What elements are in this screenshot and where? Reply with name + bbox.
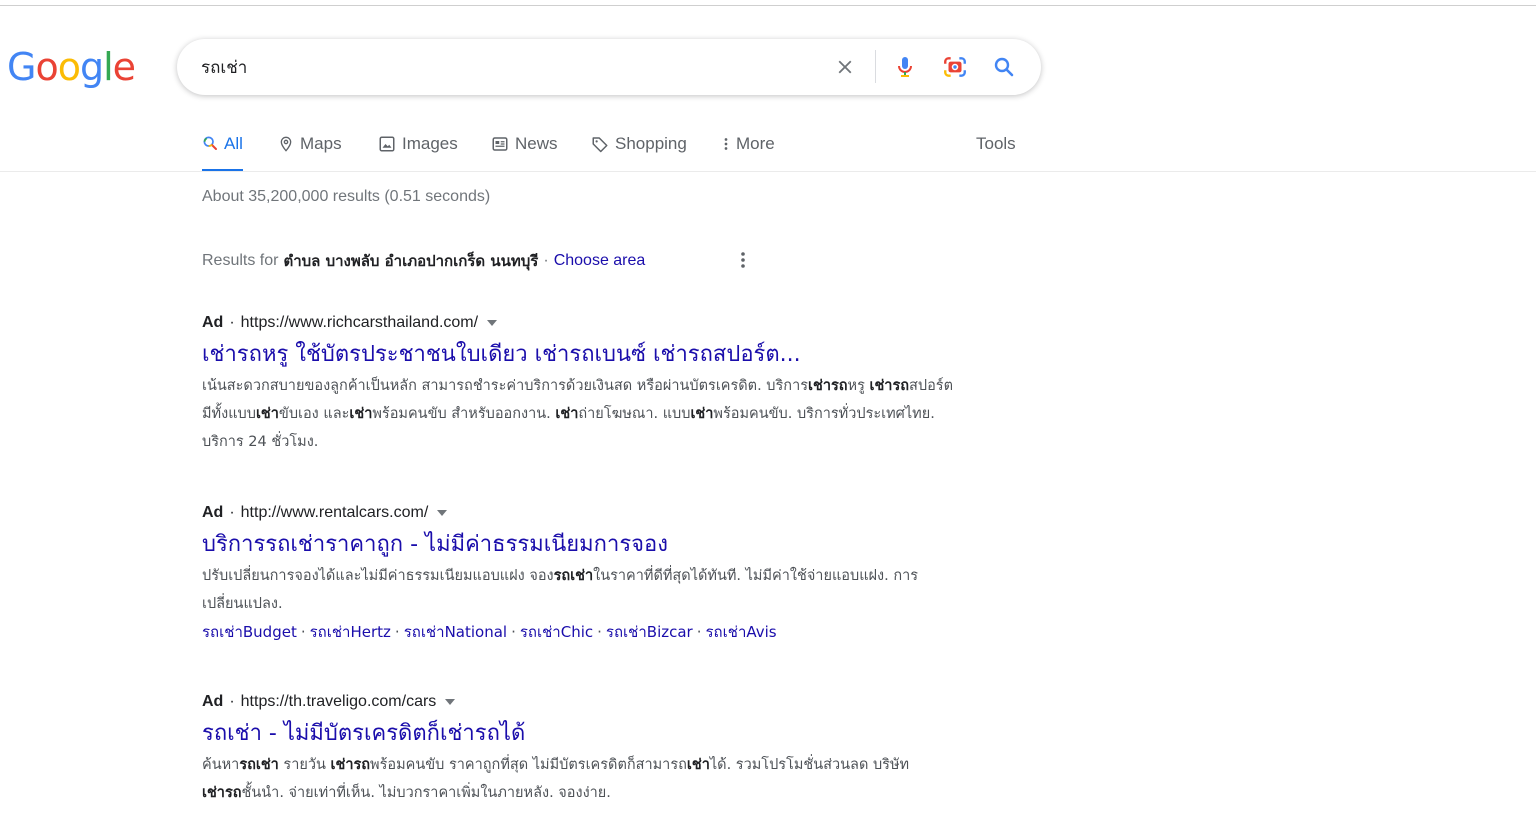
location-separator: · (543, 252, 549, 269)
ad-header: Ad · http://www.rentalcars.com/ (202, 502, 962, 524)
search-icon (203, 136, 217, 150)
description-text: ขับเอง และ (278, 406, 350, 422)
tab-images-label: Images (402, 134, 458, 153)
tab-all[interactable]: All (202, 128, 243, 172)
logo-letter: l (103, 45, 114, 89)
sitelink[interactable]: รถเช่าBizcar (606, 623, 693, 641)
tabs-divider (0, 171, 1536, 172)
tab-shopping[interactable]: Shopping (591, 128, 687, 172)
description-text: หรู (847, 378, 870, 394)
top-divider (0, 5, 1536, 6)
caret-down-icon[interactable] (445, 699, 456, 705)
keyword-highlight: รถเช่า (553, 568, 594, 584)
ad-description: ปรับเปลี่ยนการจองได้และไม่มีค่าธรรมเนียม… (202, 562, 932, 618)
caret-down-icon[interactable] (437, 510, 448, 516)
description-text: ปรับเปลี่ยนการจองได้และไม่มีค่าธรรมเนียม… (202, 568, 554, 584)
news-icon (492, 137, 508, 151)
ad-sitelinks: รถเช่าBudget · รถเช่าHertz · รถเช่าNational ·… (202, 623, 777, 641)
tab-images[interactable]: Images (378, 128, 458, 172)
caret-down-icon[interactable] (487, 320, 498, 326)
search-icon[interactable] (990, 53, 1018, 81)
google-logo[interactable]: Google (7, 45, 136, 89)
tab-maps[interactable]: Maps (278, 128, 342, 172)
logo-letter: o (57, 45, 81, 89)
ad-description: เน้นสะดวกสบายของลูกค้าเป็นหลัก สามารถชำร… (202, 372, 962, 456)
keyword-highlight: เช่า (555, 406, 579, 422)
keyword-highlight: เช่า (690, 406, 714, 422)
sitelink[interactable]: รถเช่าNational (404, 623, 507, 641)
keyword-highlight: เช่ารถ (869, 378, 910, 394)
location-line: Results for ตำบล บางพลับ อำเภอปากเกร็ด น… (202, 249, 645, 273)
search-input[interactable] (201, 53, 801, 81)
logo-letter: G (7, 45, 36, 89)
close-icon[interactable] (831, 53, 859, 81)
ad-url[interactable]: http://www.rentalcars.com/ (241, 504, 429, 522)
ad-header: Ad · https://th.traveligo.com/cars (202, 691, 962, 713)
search-divider (875, 50, 876, 83)
tab-more-label: More (736, 134, 775, 153)
keyword-highlight: เช่ารถ (330, 757, 371, 773)
ad-url[interactable]: https://th.traveligo.com/cars (241, 693, 437, 711)
ad-label: Ad (202, 504, 224, 521)
sitelink[interactable]: รถเช่าBudget (202, 623, 297, 641)
tab-shopping-label: Shopping (615, 134, 687, 153)
ad-result: Ad · https://th.traveligo.com/cars รถเช่… (202, 691, 962, 807)
keyword-highlight: เช่า (255, 406, 279, 422)
keyword-highlight: เช่า (349, 406, 373, 422)
logo-letter: e (112, 45, 136, 89)
result-stats: About 35,200,000 results (0.51 seconds) (202, 188, 491, 205)
description-text: พร้อมคนขับ สำหรับออกงาน. (372, 406, 556, 422)
ad-title-link[interactable]: บริการรถเช่าราคาถูก - ไม่มีค่าธรรมเนียมก… (202, 530, 962, 560)
ad-dot: · (229, 504, 235, 521)
description-text: พร้อมคนขับ ราคาถูกที่สุด ไม่มีบัตรเครดิต… (370, 757, 687, 773)
location-prefix: Results for (202, 252, 279, 269)
ad-result: Ad · https://www.richcarsthailand.com/ เ… (202, 312, 962, 456)
mic-icon[interactable] (891, 53, 919, 81)
more-options-icon[interactable] (735, 250, 751, 270)
ad-result: Ad · http://www.rentalcars.com/ บริการรถ… (202, 502, 962, 646)
tools-button[interactable]: Tools (976, 134, 1016, 154)
keyword-highlight: เช่ารถ (202, 785, 242, 801)
ad-dot: · (229, 314, 235, 331)
ad-dot: · (229, 693, 235, 710)
location-place: ตำบล บางพลับ อำเภอปากเกร็ด นนทบุรี (283, 252, 539, 270)
description-text: เน้นสะดวกสบายของลูกค้าเป็นหลัก สามารถชำร… (202, 378, 809, 394)
description-text: ค้นหา (202, 757, 240, 773)
sitelink[interactable]: รถเช่าHertz (310, 623, 391, 641)
tab-more[interactable]: More (722, 128, 775, 172)
tab-news[interactable]: News (491, 128, 558, 172)
tab-news-label: News (515, 134, 558, 153)
description-text: ถ่ายโฆษณา. แบบ (578, 406, 691, 422)
description-text: ชั้นนำ. จ่ายเท่าที่เห็น. ไม่บวกราคาเพิ่ม… (241, 785, 611, 801)
pin-icon (280, 136, 292, 152)
tab-maps-label: Maps (300, 134, 342, 153)
description-text: รายวัน (278, 757, 331, 773)
choose-area-link[interactable]: Choose area (554, 252, 646, 270)
ad-title-link[interactable]: รถเช่า - ไม่มีบัตรเครดิตก็เช่ารถได้ (202, 719, 962, 749)
ad-title-link[interactable]: เช่ารถหรู ใช้บัตรประชาชนใบเดียว เช่ารถเบ… (202, 340, 962, 370)
search-box (177, 39, 1041, 95)
ad-label: Ad (202, 314, 224, 331)
ad-url[interactable]: https://www.richcarsthailand.com/ (241, 314, 478, 332)
description-text: ได้. รวมโปรโมชั่นส่วนลด บริษัท (709, 757, 910, 773)
ad-description: ค้นหารถเช่า รายวัน เช่ารถพร้อมคนขับ ราคา… (202, 751, 917, 807)
camera-lens-icon[interactable] (941, 53, 969, 81)
ad-label: Ad (202, 693, 224, 710)
sitelink[interactable]: รถเช่าChic (520, 623, 593, 641)
logo-letter: g (79, 45, 104, 89)
keyword-highlight: เช่ารถ (808, 378, 848, 394)
ad-header: Ad · https://www.richcarsthailand.com/ (202, 312, 962, 334)
more-vert-icon (724, 138, 728, 150)
tab-all-label: All (224, 134, 243, 153)
logo-letter: o (35, 45, 58, 89)
keyword-highlight: รถเช่า (239, 757, 279, 773)
image-icon (379, 136, 395, 152)
sitelink[interactable]: รถเช่าAvis (706, 623, 777, 641)
tag-icon (592, 137, 608, 153)
keyword-highlight: เช่า (686, 757, 710, 773)
